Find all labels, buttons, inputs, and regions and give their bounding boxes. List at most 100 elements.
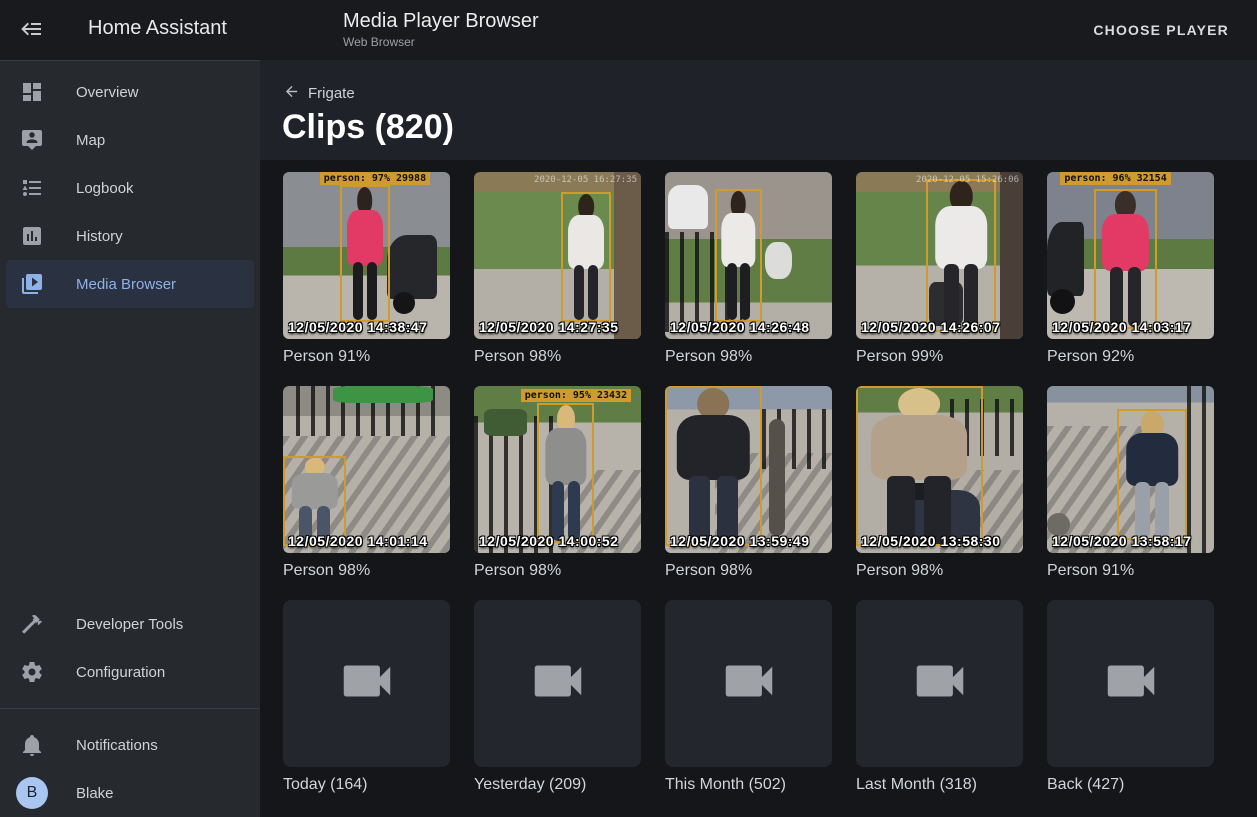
sidebar-item-label: Notifications	[76, 737, 158, 754]
choose-player-button[interactable]: CHOOSE PLAYER	[1085, 14, 1237, 46]
folder-label: Back (427)	[1047, 776, 1214, 794]
clip-cell: 12/05/2020 13:59:49 Person 98%	[665, 386, 832, 580]
sidebar-divider	[0, 708, 260, 709]
folder-item-back[interactable]	[1047, 600, 1214, 767]
folder-label: This Month (502)	[665, 776, 832, 794]
person-torso	[347, 210, 383, 266]
sidebar-item-label: Developer Tools	[76, 616, 183, 633]
folder-item-this-month[interactable]	[665, 600, 832, 767]
person-leg	[1155, 482, 1170, 538]
clip-cell: 12/05/2020 13:58:30 Person 98%	[856, 386, 1023, 580]
person-figure	[928, 181, 994, 331]
person-torso	[935, 206, 987, 269]
person-torso	[1102, 214, 1148, 271]
clip-caption: Person 98%	[283, 562, 450, 580]
breadcrumb-back-frigate[interactable]: Frigate	[283, 83, 355, 104]
camera-osd-timestamp: 2020-12-05 16:27:35	[534, 175, 637, 185]
person-leg	[740, 263, 749, 320]
folder-item-last-month[interactable]	[856, 600, 1023, 767]
sidebar-item-media-browser[interactable]: Media Browser	[6, 260, 254, 308]
person-figure	[285, 458, 344, 544]
clip-caption: Person 98%	[665, 562, 832, 580]
clip-item[interactable]: person: 97% 2998812/05/2020 14:38:47	[283, 172, 450, 339]
sidebar-item-developer-tools[interactable]: Developer Tools	[6, 600, 254, 648]
clip-timestamp: 12/05/2020 14:03:17	[1052, 319, 1192, 335]
clip-caption: Person 98%	[665, 348, 832, 366]
sidebar-item-label: Logbook	[76, 180, 134, 197]
folder-label: Last Month (318)	[856, 776, 1023, 794]
video-camera-icon	[909, 650, 971, 717]
person-leg	[1110, 267, 1123, 327]
sidebar-item-configuration[interactable]: Configuration	[6, 648, 254, 696]
person-leg	[552, 481, 564, 541]
sidebar-item-history[interactable]: History	[6, 212, 254, 260]
clip-cell: person: 95% 23432 12/05/2020 14:00:52 Pers…	[474, 386, 641, 580]
media-grid-container: person: 97% 2998812/05/2020 14:38:47 Pers…	[260, 160, 1257, 817]
scene-prop	[614, 172, 641, 339]
scene-prop	[1050, 289, 1075, 314]
clip-timestamp: 12/05/2020 13:58:30	[861, 533, 1001, 549]
scene-prop	[769, 419, 786, 536]
arrow-left-icon	[283, 83, 300, 104]
bell-icon	[20, 733, 44, 757]
person-figure	[1096, 191, 1155, 327]
clip-caption: Person 98%	[474, 562, 641, 580]
folder-cell: Today (164)	[283, 600, 450, 794]
clip-cell: 12/05/2020 13:58:17Person 91%	[1047, 386, 1214, 580]
person-figure	[563, 194, 609, 320]
clip-item[interactable]: 12/05/2020 13:58:30	[856, 386, 1023, 553]
detection-box	[926, 179, 996, 333]
sidebar-user-profile[interactable]: BBlake	[6, 769, 254, 817]
sidebar-toggle-button[interactable]	[18, 16, 46, 44]
person-figure	[539, 405, 592, 541]
folder-label: Yesterday (209)	[474, 776, 641, 794]
map-account-icon	[20, 128, 44, 152]
avatar: B	[16, 777, 48, 809]
person-torso	[872, 415, 968, 481]
backburger-menu-icon	[20, 29, 44, 44]
folder-item-yesterday[interactable]	[474, 600, 641, 767]
folder-label: Today (164)	[283, 776, 450, 794]
media-grid: person: 97% 2998812/05/2020 14:38:47 Pers…	[283, 172, 1214, 794]
person-leg	[367, 262, 377, 320]
clip-item[interactable]: 12/05/2020 13:59:49	[665, 386, 832, 553]
scene-prop	[387, 235, 437, 298]
person-figure	[667, 388, 760, 544]
folder-cell: Yesterday (209)	[474, 600, 641, 794]
clip-caption: Person 98%	[856, 562, 1023, 580]
clip-cell: 12/05/2020 14:01:14 Person 98%	[283, 386, 450, 580]
clip-item[interactable]: 12/05/2020 14:26:48	[665, 172, 832, 339]
clip-item[interactable]: 12/05/2020 14:01:14	[283, 386, 450, 553]
sidebar-item-logbook[interactable]: Logbook	[6, 164, 254, 212]
sidebar: OverviewMap Logbook History Media Browser De…	[0, 60, 260, 817]
detection-box	[1094, 189, 1157, 329]
clip-item[interactable]: person: 96% 3215412/05/2020 14:03:17	[1047, 172, 1214, 339]
clip-item[interactable]: 12/05/2020 13:58:17	[1047, 386, 1214, 553]
sidebar-item-label: Configuration	[76, 664, 165, 681]
person-leg	[588, 265, 598, 321]
detection-box	[715, 189, 762, 323]
video-camera-icon	[527, 650, 589, 717]
detection-label-chip: person: 95% 23432	[521, 389, 631, 402]
page-header: Frigate Clips (820)	[260, 60, 1257, 160]
person-leg	[568, 481, 580, 541]
sidebar-item-map[interactable]: Map	[6, 116, 254, 164]
detection-label-chip: person: 97% 29988	[320, 172, 430, 185]
history-chart-icon	[20, 224, 44, 248]
person-leg	[1135, 482, 1150, 538]
video-camera-icon	[1100, 650, 1162, 717]
clip-item[interactable]: 2020-12-05 15:26:0612/05/2020 14:26:07	[856, 172, 1023, 339]
sidebar-item-overview[interactable]: Overview	[6, 68, 254, 116]
folder-item-today[interactable]	[283, 600, 450, 767]
sidebar-item-label: Media Browser	[76, 276, 176, 293]
clip-item[interactable]: 2020-12-05 16:27:3512/05/2020 14:27:35	[474, 172, 641, 339]
detection-box	[665, 386, 762, 546]
clip-item[interactable]: person: 95% 23432 12/05/2020 14:00:52	[474, 386, 641, 553]
person-leg	[574, 265, 584, 321]
clip-caption: Person 99%	[856, 348, 1023, 366]
clip-timestamp: 12/05/2020 14:00:52	[479, 533, 619, 549]
sidebar-item-notifications[interactable]: Notifications	[6, 721, 254, 769]
panel-subtitle: Web Browser	[343, 34, 539, 50]
detection-box	[856, 386, 983, 546]
clip-caption: Person 92%	[1047, 348, 1214, 366]
